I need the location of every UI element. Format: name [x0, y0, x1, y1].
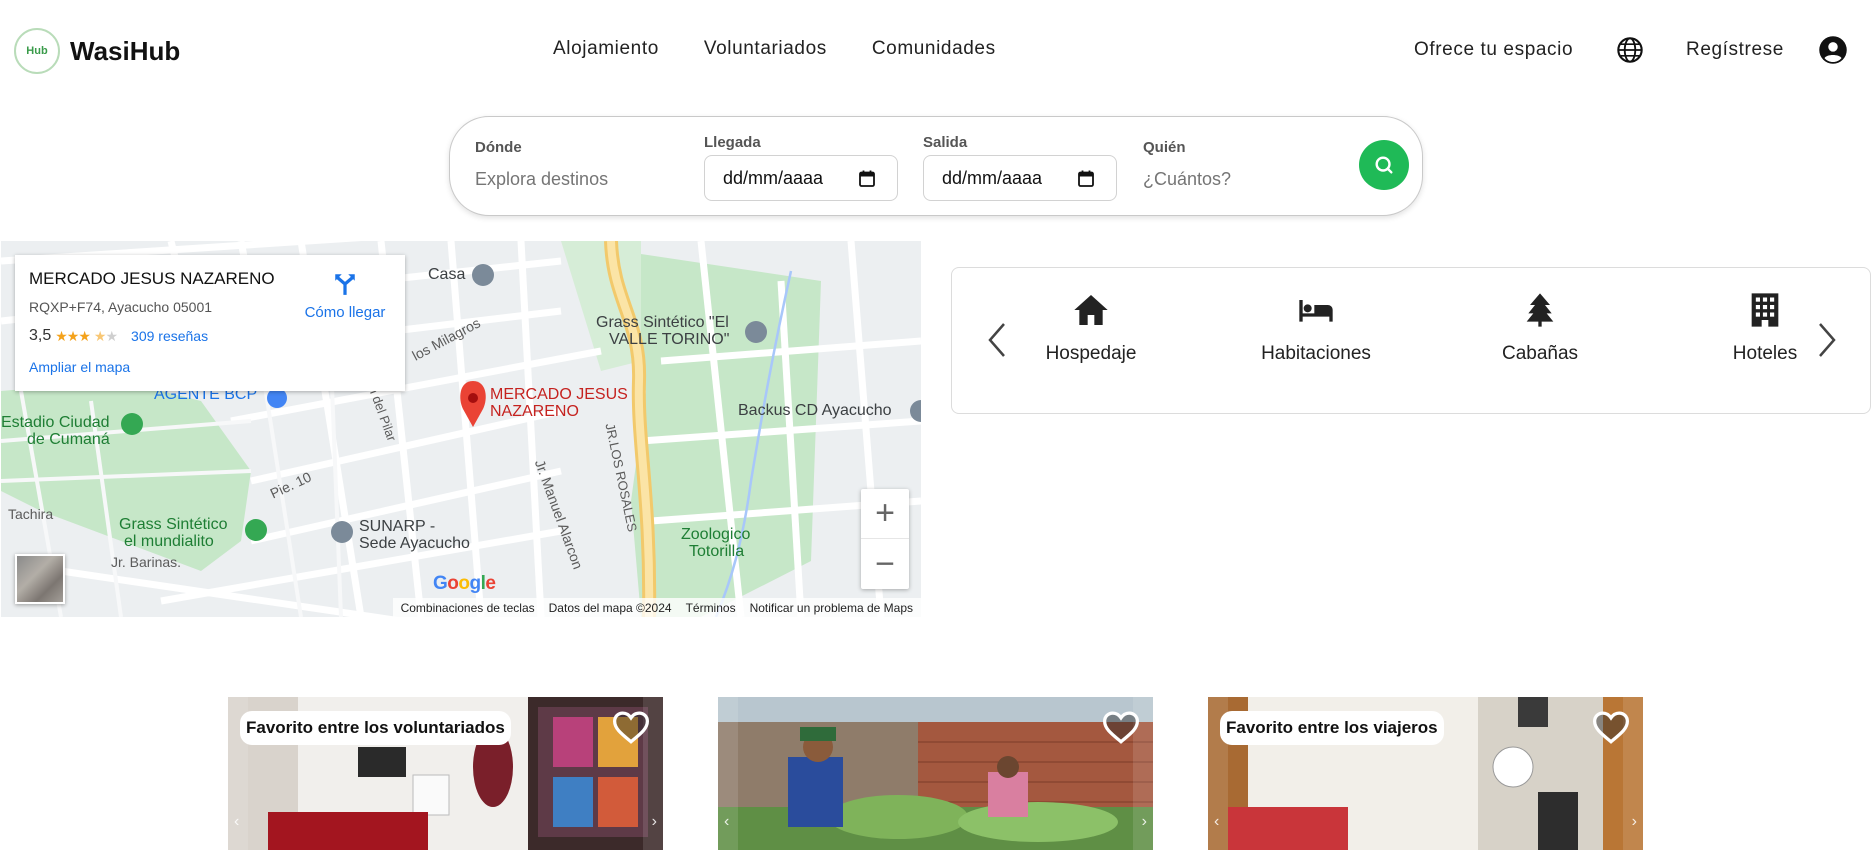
map-zoom-controls: + − — [861, 489, 909, 589]
category-hospedaje[interactable]: Hospedaje — [1011, 290, 1171, 365]
place-info-card: MERCADO JESUS NAZARENO RQXP+F74, Ayacuch… — [15, 255, 405, 391]
listing-card-2[interactable]: ‹ › — [718, 697, 1153, 850]
offer-space-link[interactable]: Ofrece tu espacio — [1414, 39, 1573, 61]
map-label: Casa — [428, 266, 466, 283]
star-rating-icon: ★★★ — [55, 327, 91, 344]
building-icon — [1751, 293, 1779, 327]
map-label: SUNARP - — [359, 518, 436, 535]
map-label: el mundialito — [124, 533, 214, 550]
map-label: MERCADO JESUS — [490, 386, 628, 403]
map-label: Sede Ayacucho — [359, 535, 470, 552]
map-label: Jr. Barinas. — [111, 554, 182, 570]
nav-voluntariados[interactable]: Voluntariados — [704, 38, 827, 60]
directions-icon — [335, 274, 355, 295]
logo-icon: Hub — [14, 28, 60, 74]
guests-input[interactable] — [1143, 169, 1333, 190]
map-label: Estadio Ciudad — [1, 414, 110, 431]
map-data-text: Datos del mapa ©2024 — [548, 600, 672, 615]
globe-icon[interactable] — [1616, 36, 1644, 64]
map-label: de Cumaná — [27, 431, 110, 448]
chevron-left-icon[interactable]: ‹ — [724, 813, 729, 831]
search-bar: Dónde Llegada dd/mm/aaaa Salida dd/mm/aa… — [449, 116, 1423, 216]
chevron-left-icon[interactable]: ‹ — [1214, 813, 1219, 831]
logo-mark-text: Hub — [26, 45, 48, 57]
report-problem-link[interactable]: Notificar un problema de Maps — [750, 601, 913, 615]
rating-value: 3,5 — [29, 327, 52, 344]
category-label: Cabañas — [1501, 343, 1579, 364]
calendar-icon[interactable] — [1078, 170, 1094, 187]
arrival-date-value: dd/mm/aaaa — [723, 167, 824, 188]
top-header: Hub WasiHub Alojamiento Voluntariados Co… — [0, 0, 1872, 100]
listing-photo — [718, 697, 1153, 850]
map-footer: Combinaciones de teclas Datos del mapa ©… — [392, 598, 921, 617]
where-label: Dónde — [475, 139, 522, 156]
chevron-right-icon[interactable]: › — [1632, 813, 1637, 831]
logo[interactable]: Hub WasiHub — [14, 28, 180, 74]
who-label: Quién — [1143, 139, 1186, 156]
category-carousel: Hospedaje Habitaciones Cabañas Hoteles — [951, 267, 1871, 414]
map-label: NAZARENO — [490, 403, 579, 420]
heart-icon[interactable] — [1101, 709, 1141, 745]
listing-card-1[interactable]: Favorito entre los voluntariados ‹ › — [228, 697, 663, 850]
favorite-badge: Favorito entre los viajeros — [1220, 711, 1444, 745]
category-habitaciones[interactable]: Habitaciones — [1236, 290, 1396, 365]
arrival-date-input[interactable]: dd/mm/aaaa — [704, 155, 898, 201]
map-label: Tachira — [8, 506, 54, 522]
chevron-right-icon[interactable] — [1814, 320, 1838, 360]
brand-name: WasiHub — [70, 35, 181, 66]
register-link[interactable]: Regístrese — [1686, 39, 1784, 61]
zoom-in-button[interactable]: + — [861, 489, 909, 539]
map-label: Grass Sintético "El — [596, 314, 729, 331]
user-account-icon[interactable] — [1818, 35, 1848, 65]
departure-date-value: dd/mm/aaaa — [942, 167, 1043, 188]
directions-button[interactable]: Cómo llegar — [299, 271, 391, 321]
map-label: Grass Sintético — [119, 516, 228, 533]
embedded-map[interactable]: Casa Grass Sintético "El VALLE TORINO" l… — [1, 241, 921, 617]
header-actions: Ofrece tu espacio Regístrese — [1372, 30, 1872, 70]
google-logo: Google — [433, 573, 496, 594]
map-label: Zoologico — [681, 526, 751, 543]
chevron-right-icon[interactable]: › — [1142, 813, 1147, 831]
main-nav: Alojamiento Voluntariados Comunidades — [553, 38, 1041, 60]
place-rating: 3,5 ★★★ ★ ★ 309 reseñas — [29, 327, 208, 345]
chevron-left-icon[interactable]: ‹ — [234, 813, 239, 831]
home-icon — [1074, 295, 1108, 325]
where-input[interactable] — [475, 169, 675, 190]
directions-label: Cómo llegar — [304, 304, 386, 321]
departure-date-input[interactable]: dd/mm/aaaa — [923, 155, 1117, 201]
departure-label: Salida — [923, 134, 968, 151]
category-label: Habitaciones — [1261, 343, 1371, 364]
chevron-left-icon[interactable] — [986, 320, 1010, 360]
category-cabanas[interactable]: Cabañas — [1460, 290, 1620, 365]
heart-icon[interactable] — [1591, 709, 1631, 745]
half-star-icon: ★ — [93, 327, 107, 344]
favorite-badge: Favorito entre los voluntariados — [240, 711, 511, 745]
map-label: Backus CD Ayacucho — [738, 402, 892, 419]
empty-star-icon: ★ — [105, 327, 118, 344]
zoom-out-button[interactable]: − — [861, 539, 909, 589]
chevron-right-icon[interactable]: › — [652, 813, 657, 831]
place-name: MERCADO JESUS NAZARENO — [29, 269, 275, 288]
listing-card-3[interactable]: Favorito entre los viajeros ‹ › — [1208, 697, 1643, 850]
enlarge-map-link[interactable]: Ampliar el mapa — [29, 359, 130, 375]
place-address: RQXP+F74, Ayacucho 05001 — [29, 299, 213, 315]
map-label: VALLE TORINO" — [609, 331, 730, 348]
calendar-icon[interactable] — [859, 170, 875, 187]
category-label: Hospedaje — [1045, 343, 1137, 364]
search-button[interactable] — [1359, 140, 1409, 190]
search-icon — [1375, 156, 1393, 174]
tree-icon — [1526, 293, 1554, 327]
heart-icon[interactable] — [611, 709, 651, 745]
keyboard-shortcuts-link[interactable]: Combinaciones de teclas — [401, 601, 535, 615]
arrival-label: Llegada — [704, 134, 761, 151]
nav-comunidades[interactable]: Comunidades — [872, 38, 996, 60]
reviews-link[interactable]: 309 reseñas — [131, 328, 208, 344]
map-label: Totorilla — [689, 543, 745, 560]
nav-alojamiento[interactable]: Alojamiento — [553, 38, 659, 60]
bed-icon — [1299, 300, 1333, 322]
satellite-layer-toggle[interactable] — [15, 554, 65, 604]
terms-link[interactable]: Términos — [686, 601, 736, 615]
